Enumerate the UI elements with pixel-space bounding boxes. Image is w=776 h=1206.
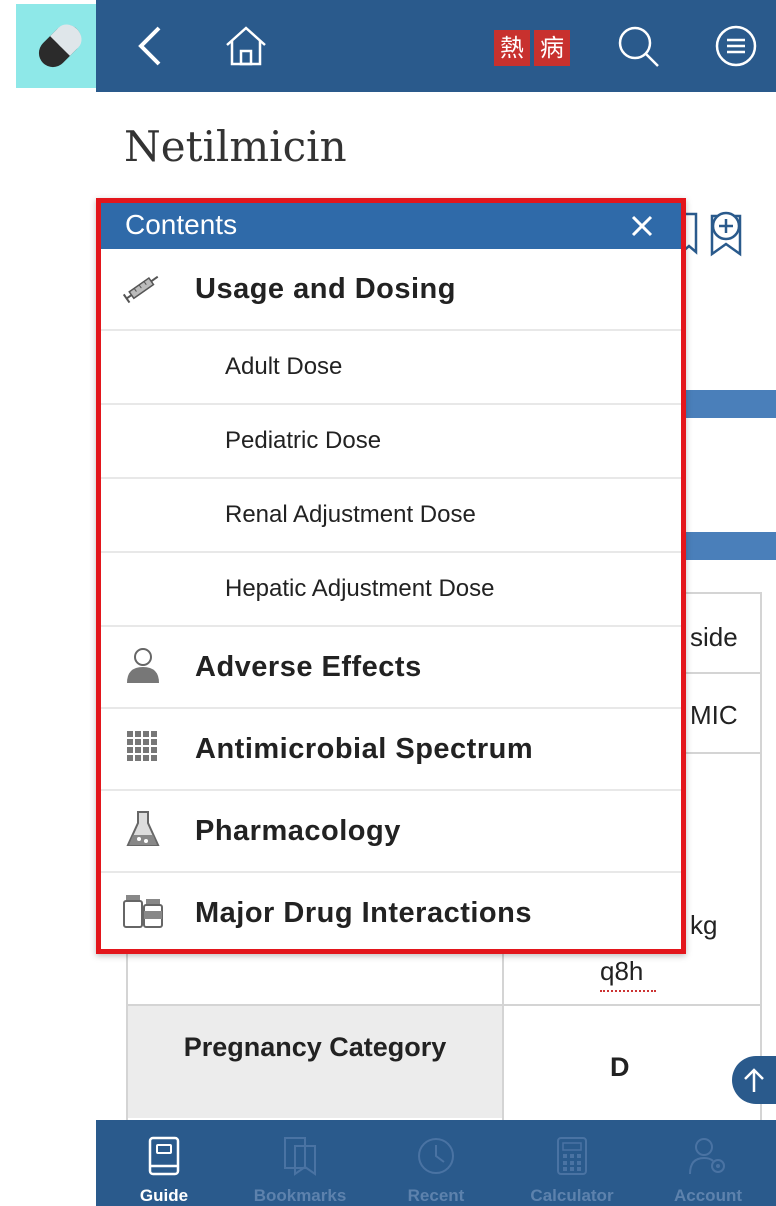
dosing-frequency-text[interactable]: q8h [600, 956, 643, 987]
bookmarks-icon [280, 1134, 320, 1178]
table-border [686, 672, 762, 674]
pregnancy-category-label: Pregnancy Category [183, 1032, 447, 1062]
table-border [686, 592, 762, 594]
pill-icon [38, 24, 82, 68]
syringe-icon [121, 267, 165, 307]
section-header-bar [686, 532, 776, 560]
tab-recent[interactable]: Recent [368, 1120, 504, 1206]
back-icon[interactable] [126, 22, 174, 70]
tab-label: Calculator [530, 1186, 614, 1205]
bookmark-actions [680, 206, 750, 260]
tab-label: Bookmarks [253, 1186, 347, 1205]
spellcheck-underline [600, 990, 656, 992]
tab-account[interactable]: Account [640, 1120, 776, 1206]
pill-app-icon[interactable] [16, 4, 104, 88]
table-cell-text: side [690, 622, 738, 652]
contents-item-usage-and-dosing[interactable]: Usage and Dosing [101, 249, 681, 331]
tab-label: Guide [139, 1186, 189, 1205]
contents-item-adverse-effects[interactable]: Adverse Effects [101, 627, 681, 709]
contents-subitem-pediatric-dose[interactable]: Pediatric Dose [101, 405, 681, 479]
scroll-to-top-button[interactable] [732, 1056, 776, 1104]
table-border [502, 954, 504, 1120]
flask-icon [121, 809, 165, 849]
section-header-bar [686, 390, 776, 418]
logo-char: 病 [534, 30, 570, 66]
contents-subitem-hepatic-adjustment-dose[interactable]: Hepatic Adjustment Dose [101, 553, 681, 627]
table-border [760, 592, 762, 1120]
search-icon[interactable] [614, 22, 662, 70]
table-cell-text: kg [690, 910, 718, 940]
tab-calculator[interactable]: Calculator [504, 1120, 640, 1206]
arrow-up-icon [744, 1068, 764, 1092]
contents-subitem-renal-adjustment-dose[interactable]: Renal Adjustment Dose [101, 479, 681, 553]
tab-guide[interactable]: Guide [96, 1120, 232, 1206]
pregnancy-category-value: D [610, 1052, 630, 1082]
account-icon [688, 1134, 728, 1178]
bottom-navigation-bar: Guide Bookmarks Recent Calculator Accoun… [96, 1120, 776, 1206]
home-icon[interactable] [222, 22, 270, 70]
book-icon [144, 1134, 184, 1178]
contents-item-label: Adverse Effects [195, 651, 422, 683]
grid-icon [121, 727, 165, 767]
tab-label: Recent [407, 1186, 465, 1205]
contents-item-major-drug-interactions[interactable]: Major Drug Interactions [101, 873, 681, 955]
left-margin [0, 0, 96, 1206]
contents-title: Contents [125, 209, 238, 240]
contents-subitem-label: Renal Adjustment Dose [225, 501, 476, 528]
contents-subitem-adult-dose[interactable]: Adult Dose [101, 331, 681, 405]
table-cell-text: MIC [690, 700, 738, 730]
menu-icon[interactable] [712, 22, 760, 70]
clock-icon [416, 1134, 456, 1178]
contents-header: Contents [101, 203, 681, 249]
logo-char: 熱 [494, 30, 530, 66]
tab-label: Account [674, 1186, 742, 1205]
contents-item-pharmacology[interactable]: Pharmacology [101, 791, 681, 873]
add-bookmark-icon[interactable] [704, 206, 750, 260]
contents-item-label: Pharmacology [195, 815, 401, 847]
contents-subitem-label: Hepatic Adjustment Dose [225, 575, 495, 602]
calculator-icon [552, 1134, 592, 1178]
person-icon [121, 645, 165, 685]
contents-panel: Contents Usage and Dosing Adult Dose Ped… [96, 198, 686, 954]
contents-item-label: Antimicrobial Spectrum [195, 733, 534, 765]
table-border [686, 752, 762, 754]
contents-subitem-label: Adult Dose [225, 353, 343, 380]
contents-item-label: Usage and Dosing [195, 273, 456, 305]
app-logo: 熱 病 [494, 30, 570, 66]
top-navigation-bar: 熱 病 [96, 0, 776, 92]
contents-item-label: Major Drug Interactions [195, 897, 532, 929]
pill-bottles-icon [121, 891, 165, 931]
page-title: Netilmicin [124, 122, 347, 171]
close-icon[interactable] [625, 209, 659, 243]
contents-subitem-label: Pediatric Dose [225, 427, 382, 454]
tab-bookmarks[interactable]: Bookmarks [232, 1120, 368, 1206]
contents-item-antimicrobial-spectrum[interactable]: Antimicrobial Spectrum [101, 709, 681, 791]
